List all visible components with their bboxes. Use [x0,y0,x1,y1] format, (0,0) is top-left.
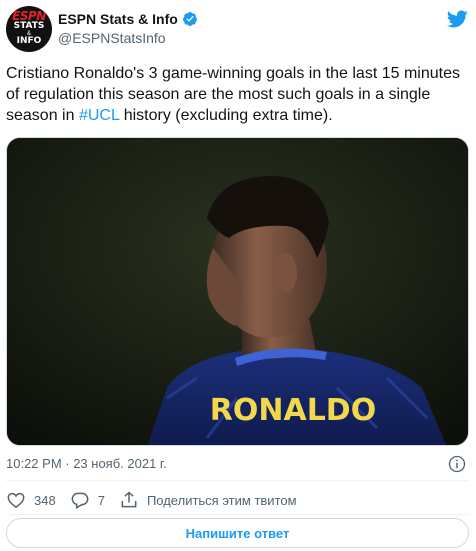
tweet-text-after: history (excluding extra time). [119,107,333,124]
reply-count: 7 [97,492,105,508]
author-handle[interactable]: @ESPNStatsInfo [58,29,198,47]
share-icon [121,491,137,508]
tweet-actions: 348 7 Поделиться этим твитом [6,489,311,511]
divider [6,480,469,481]
share-button[interactable]: Поделиться этим твитом [119,490,297,510]
player-illustration: RONALDO [7,138,468,445]
jersey-name-text: RONALDO [210,393,376,428]
author-names: ESPN Stats & Info @ESPNStatsInfo [58,10,198,47]
like-count: 348 [34,492,56,508]
tweet-text: Cristiano Ronaldo's 3 game-winning goals… [6,63,468,126]
tweet-media-photo[interactable]: RONALDO [6,137,469,446]
hashtag-link[interactable]: #UCL [79,107,119,124]
reply-button[interactable]: 7 [70,490,105,510]
avatar-line3: INFO [16,35,42,46]
write-reply-button[interactable]: Напишите ответ [6,518,469,548]
divider [6,514,469,515]
like-button[interactable]: 348 [6,490,56,510]
share-label: Поделиться этим твитом [146,492,297,508]
tweet-timestamp[interactable]: 10:22 PM · 23 нояб. 2021 г. [6,456,167,472]
avatar-line1: STATS [13,20,45,31]
heart-icon [7,492,25,509]
author-display-name-row[interactable]: ESPN Stats & Info [58,10,198,28]
verified-badge-icon [182,12,197,26]
twitter-logo-icon[interactable] [446,8,468,30]
avatar[interactable]: ESPN STATS & INFO [6,6,52,52]
author-display-name[interactable]: ESPN Stats & Info [58,10,178,28]
reply-icon [71,492,89,509]
tweet-header: ESPN STATS & INFO ESPN Stats & Info @ESP… [6,6,470,54]
info-icon[interactable] [447,454,467,474]
avatar-brand: ESPN [12,8,46,23]
